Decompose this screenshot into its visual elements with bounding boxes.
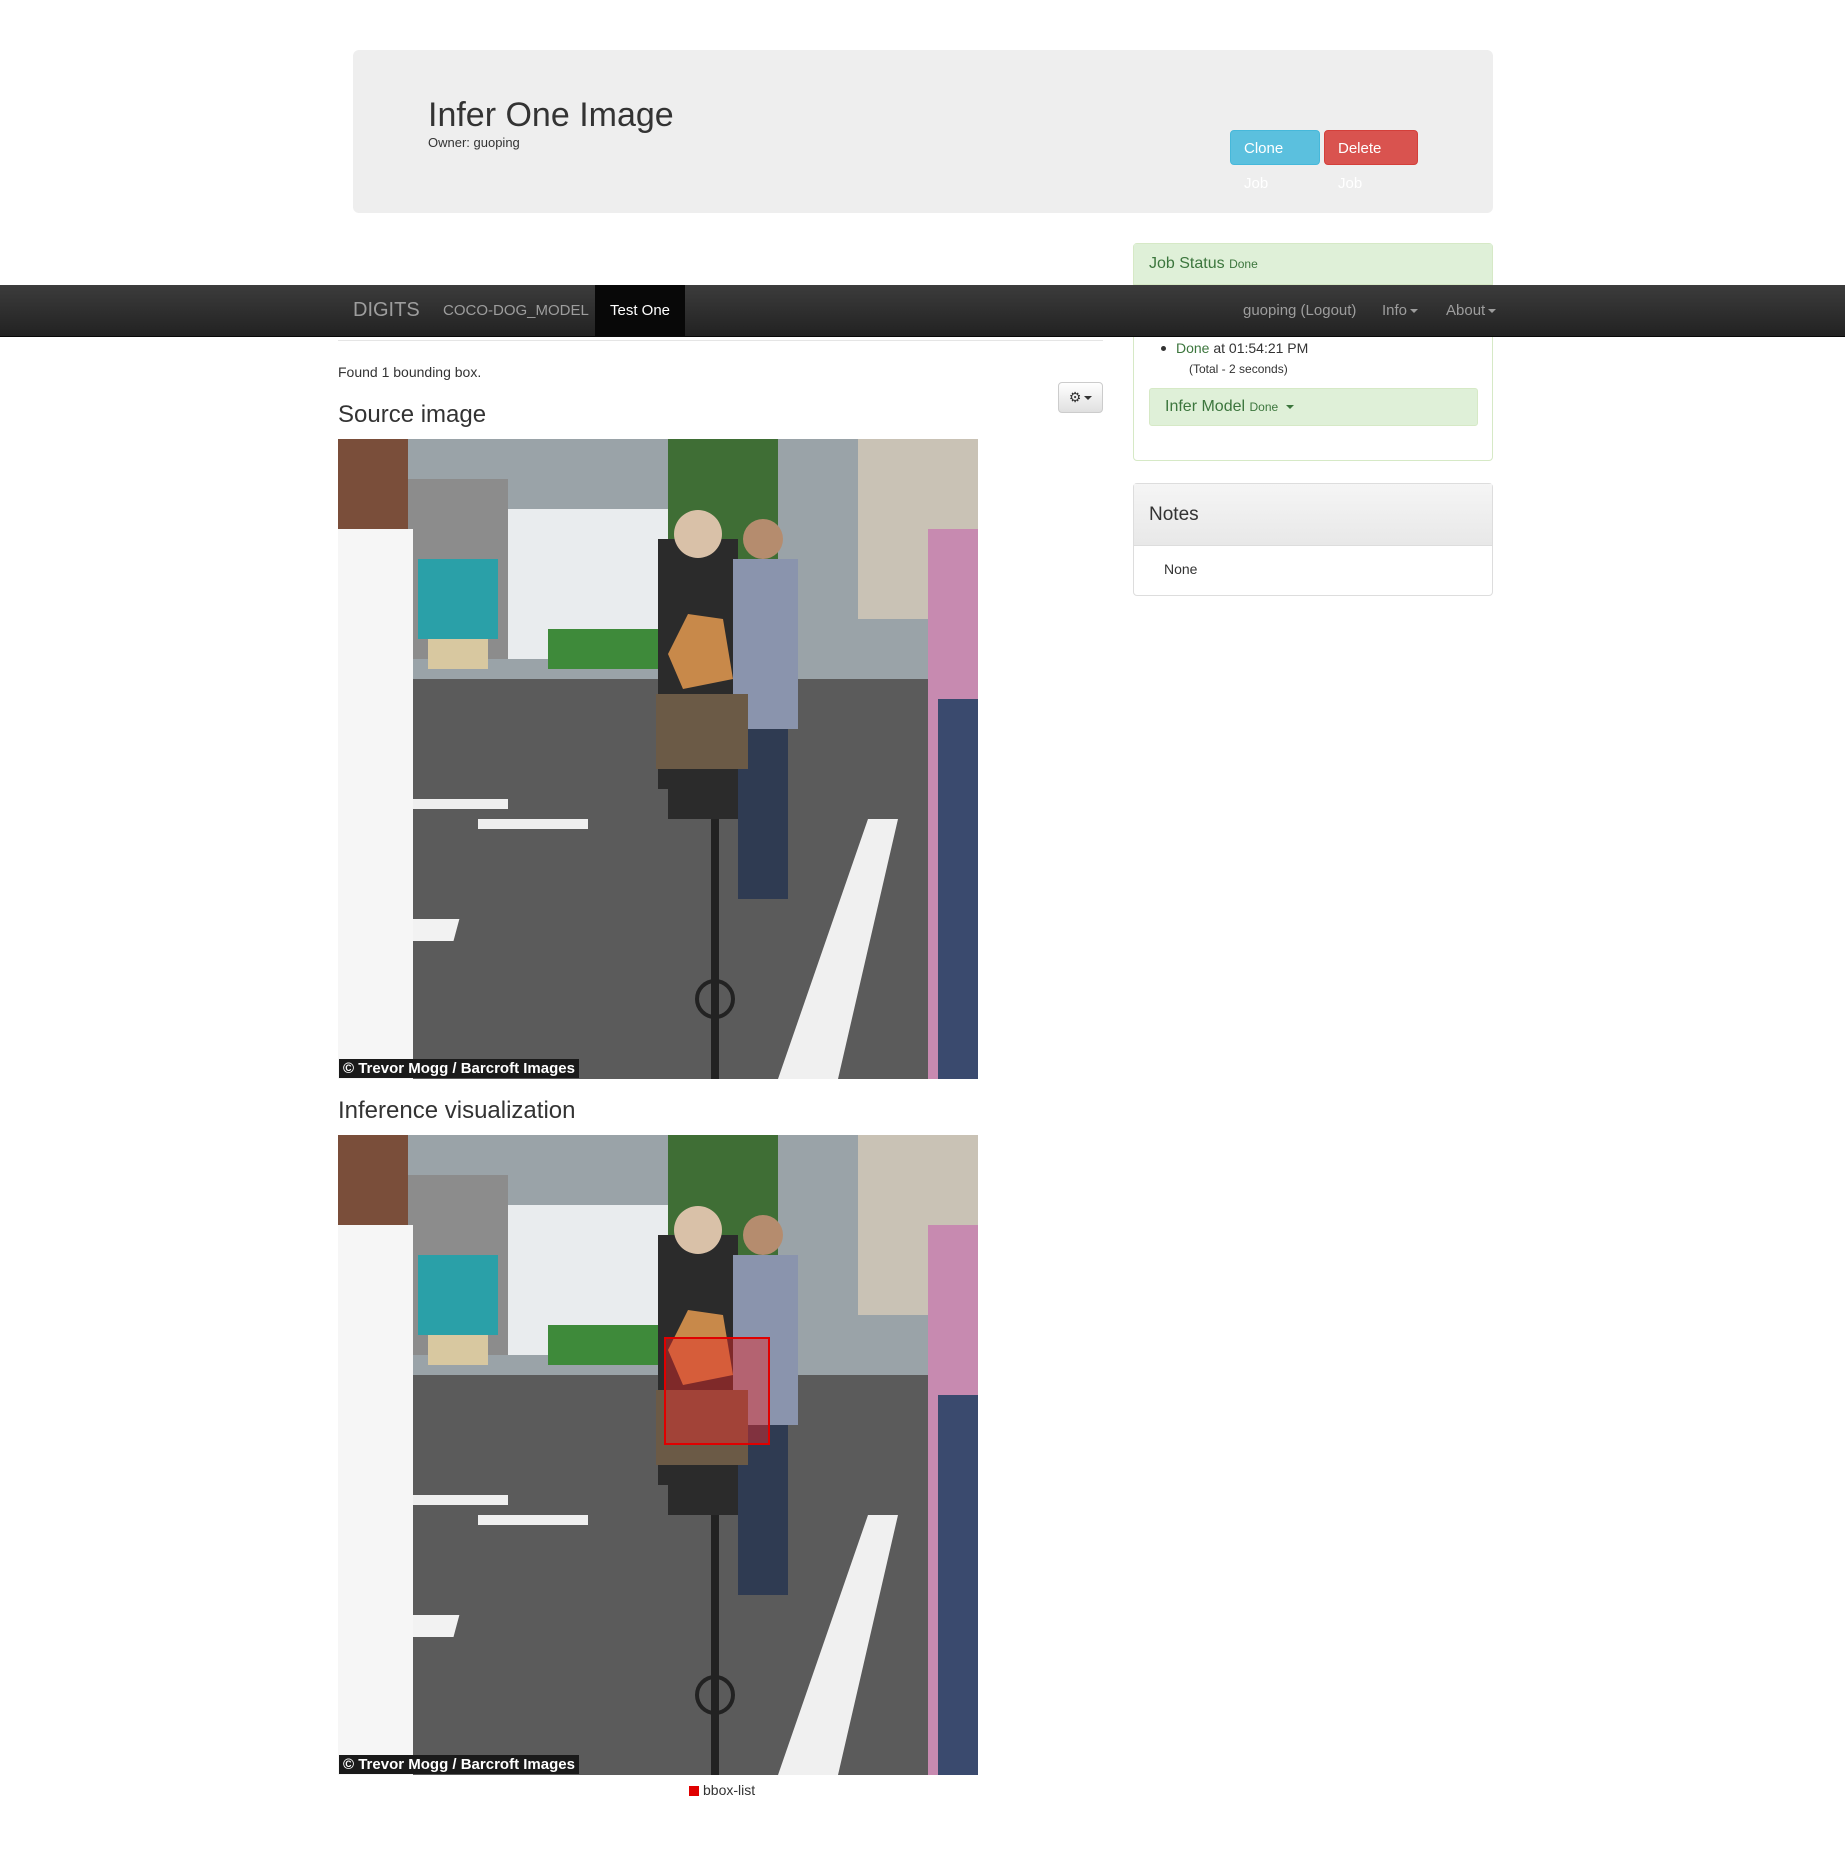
gear-icon: ⚙ (1068, 389, 1082, 405)
done-word: Done (1176, 340, 1210, 356)
job-status-title: Job Status (1149, 255, 1225, 272)
clone-job-button[interactable]: Clone Job (1230, 130, 1320, 192)
total-time: (Total - 2 seconds) (1189, 362, 1288, 376)
job-status-panel: Job Status Done Done at 01:54:21 PM (Tot… (1133, 243, 1493, 461)
info-menu[interactable]: Info (1382, 285, 1419, 336)
user-logout-link[interactable]: guoping (Logout) (1243, 285, 1356, 336)
info-menu-label: Info (1382, 302, 1408, 319)
notes-body: None (1164, 561, 1198, 577)
about-menu[interactable]: About (1446, 285, 1497, 336)
bbox-legend: bbox-list (689, 1782, 755, 1798)
status-done-line: Done at 01:54:21 PM (1161, 340, 1309, 356)
tab-test-one[interactable]: Test One (595, 285, 686, 336)
done-time: at 01:54:21 PM (1213, 340, 1309, 356)
delete-job-button[interactable]: Delete Job (1324, 130, 1418, 192)
source-image: © Trevor Mogg / Barcroft Images (338, 439, 978, 1079)
about-menu-label: About (1446, 302, 1486, 319)
job-status-heading: Job Status Done (1134, 244, 1492, 285)
settings-dropdown-button[interactable]: ⚙ (1058, 382, 1103, 413)
detection-bounding-box (664, 1337, 770, 1445)
caret-down-icon (1285, 404, 1294, 409)
photo-credit: © Trevor Mogg / Barcroft Images (339, 1059, 579, 1078)
caret-down-icon (1410, 309, 1419, 314)
legend-swatch (689, 1786, 699, 1797)
divider (338, 340, 1103, 341)
found-summary: Found 1 bounding box. (338, 364, 482, 380)
inference-image: © Trevor Mogg / Barcroft Images (338, 1135, 978, 1775)
brand-link[interactable]: DIGITS (353, 285, 420, 336)
legend-label: bbox-list (703, 1782, 756, 1798)
bullet-icon (1161, 346, 1166, 351)
caret-down-icon (1084, 396, 1093, 401)
owner-label: Owner: guoping (428, 135, 520, 150)
notes-heading: Notes (1134, 484, 1492, 546)
job-header: Infer One Image Owner: guoping Clone Job… (353, 50, 1493, 213)
job-status-state: Done (1229, 257, 1258, 271)
inference-heading: Inference visualization (338, 1097, 576, 1124)
source-image-heading: Source image (338, 401, 487, 428)
caret-down-icon (1488, 309, 1497, 314)
notes-panel: Notes None (1133, 483, 1493, 596)
nav-model-link[interactable]: COCO-DOG_MODEL (443, 285, 589, 336)
photo-credit: © Trevor Mogg / Barcroft Images (339, 1755, 579, 1774)
street-photo (338, 439, 978, 1079)
navbar: DIGITS COCO-DOG_MODEL Test One guoping (… (0, 285, 1845, 337)
infer-model-dropdown[interactable]: Infer Model Done (1149, 388, 1478, 426)
street-photo (338, 1135, 978, 1775)
infer-model-state: Done (1249, 400, 1279, 414)
page-title: Infer One Image (428, 96, 674, 134)
infer-model-label: Infer Model (1165, 398, 1246, 415)
